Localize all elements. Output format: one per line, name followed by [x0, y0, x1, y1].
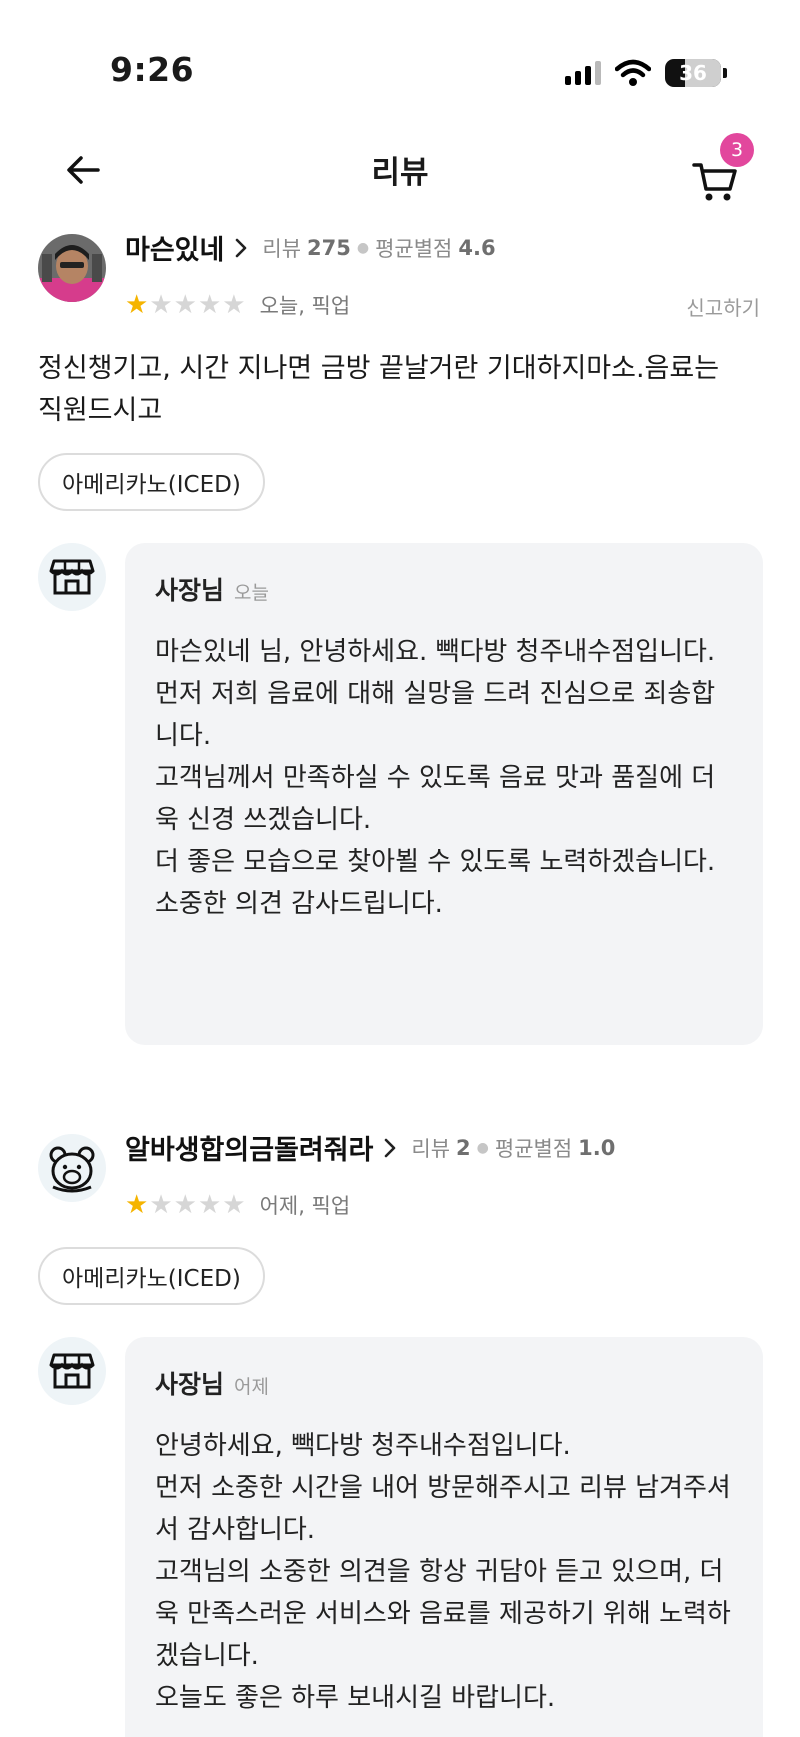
user-avatar-image: [38, 234, 106, 302]
review-date: 어제, 픽업: [259, 1194, 351, 1218]
bear-icon: [49, 1146, 95, 1193]
star-icon: ★: [197, 290, 222, 320]
chevron-right-icon[interactable]: [383, 1137, 397, 1159]
review-count: 2: [456, 1135, 471, 1160]
user-info: 알바생합의금돌려줘라 리뷰 2 ● 평균별점 1.0: [125, 1128, 615, 1167]
star-icon: ★: [149, 290, 173, 320]
wifi-icon: [615, 59, 651, 86]
avg-rating-label: 평균별점: [375, 236, 453, 261]
menu-chip: 아메리카노(ICED): [38, 453, 265, 511]
reply-text: 안녕하세요, 빽다방 청주내수점입니다. 먼저 소중한 시간을 내어 방문해주시…: [155, 1431, 731, 1713]
separator-dot: ●: [356, 239, 370, 256]
page-title: 리뷰: [371, 155, 429, 191]
review-count-label: 리뷰: [262, 236, 302, 261]
avg-rating: 4.6: [458, 235, 496, 260]
star-rating: ★ ★ ★ ★ ★: [125, 1192, 246, 1218]
store-icon: [49, 559, 95, 595]
reply-header: 사장님 어제: [155, 1365, 735, 1401]
app-header: 리뷰 3: [0, 125, 800, 215]
review-date: 오늘, 픽업: [259, 294, 351, 318]
battery-icon: 36: [665, 59, 727, 87]
star-icon: ★: [197, 1190, 222, 1220]
avatar[interactable]: [38, 234, 106, 302]
chevron-right-icon[interactable]: [234, 237, 248, 259]
owner-reply: 사장님 오늘 마슨있네 님, 안녕하세요. 빽다방 청주내수점입니다. 먼저 저…: [125, 543, 763, 1045]
star-icon: ★: [125, 290, 149, 320]
report-link[interactable]: 신고하기: [686, 292, 760, 321]
reply-header: 사장님 오늘: [155, 571, 735, 607]
cart-count-badge: 3: [720, 133, 754, 167]
star-icon: ★: [125, 1190, 149, 1220]
status-time: 9:26: [110, 50, 195, 89]
separator-dot: ●: [476, 1139, 489, 1156]
star-icon: ★: [222, 290, 246, 320]
star-icon: ★: [149, 1190, 173, 1220]
review-count-label: 리뷰: [411, 1136, 451, 1161]
user-name[interactable]: 알바생합의금돌려줘라: [125, 1128, 373, 1167]
star-icon: ★: [222, 1190, 246, 1220]
review-text: 정신챙기고, 시간 지나면 금방 끝날거란 기대하지마소.음료는 직원드시고: [38, 353, 720, 426]
battery-level: 36: [679, 61, 707, 85]
reply-date: 오늘: [234, 582, 269, 604]
reply-author: 사장님: [155, 1370, 225, 1399]
store-icon: [49, 1353, 95, 1389]
avatar[interactable]: [38, 1134, 106, 1202]
status-bar: 9:26 36: [0, 0, 800, 110]
avg-rating: 1.0: [578, 1135, 616, 1160]
avg-rating-label: 평균별점: [494, 1136, 573, 1161]
status-icons: 36: [565, 55, 727, 91]
star-rating: ★ ★ ★ ★ ★: [125, 292, 246, 318]
owner-avatar: [38, 1337, 106, 1405]
user-info: 마슨있네 리뷰 275 ● 평균별점 4.6: [125, 228, 496, 267]
reply-text: 마슨있네 님, 안녕하세요. 빽다방 청주내수점입니다. 먼저 저희 음료에 대…: [155, 637, 716, 919]
rating-line: ★ ★ ★ ★ ★ 오늘, 픽업: [125, 290, 350, 320]
reply-author: 사장님: [155, 576, 225, 605]
cellular-signal-icon: [565, 61, 601, 85]
rating-line: ★ ★ ★ ★ ★ 어제, 픽업: [125, 1190, 350, 1220]
menu-chip: 아메리카노(ICED): [38, 1247, 265, 1305]
user-name[interactable]: 마슨있네: [125, 228, 224, 267]
star-icon: ★: [173, 290, 197, 320]
reply-date: 어제: [234, 1376, 269, 1398]
owner-reply: 사장님 어제 안녕하세요, 빽다방 청주내수점입니다. 먼저 소중한 시간을 내…: [125, 1337, 763, 1737]
owner-avatar: [38, 543, 106, 611]
star-icon: ★: [173, 1190, 197, 1220]
review-count: 275: [307, 235, 351, 260]
